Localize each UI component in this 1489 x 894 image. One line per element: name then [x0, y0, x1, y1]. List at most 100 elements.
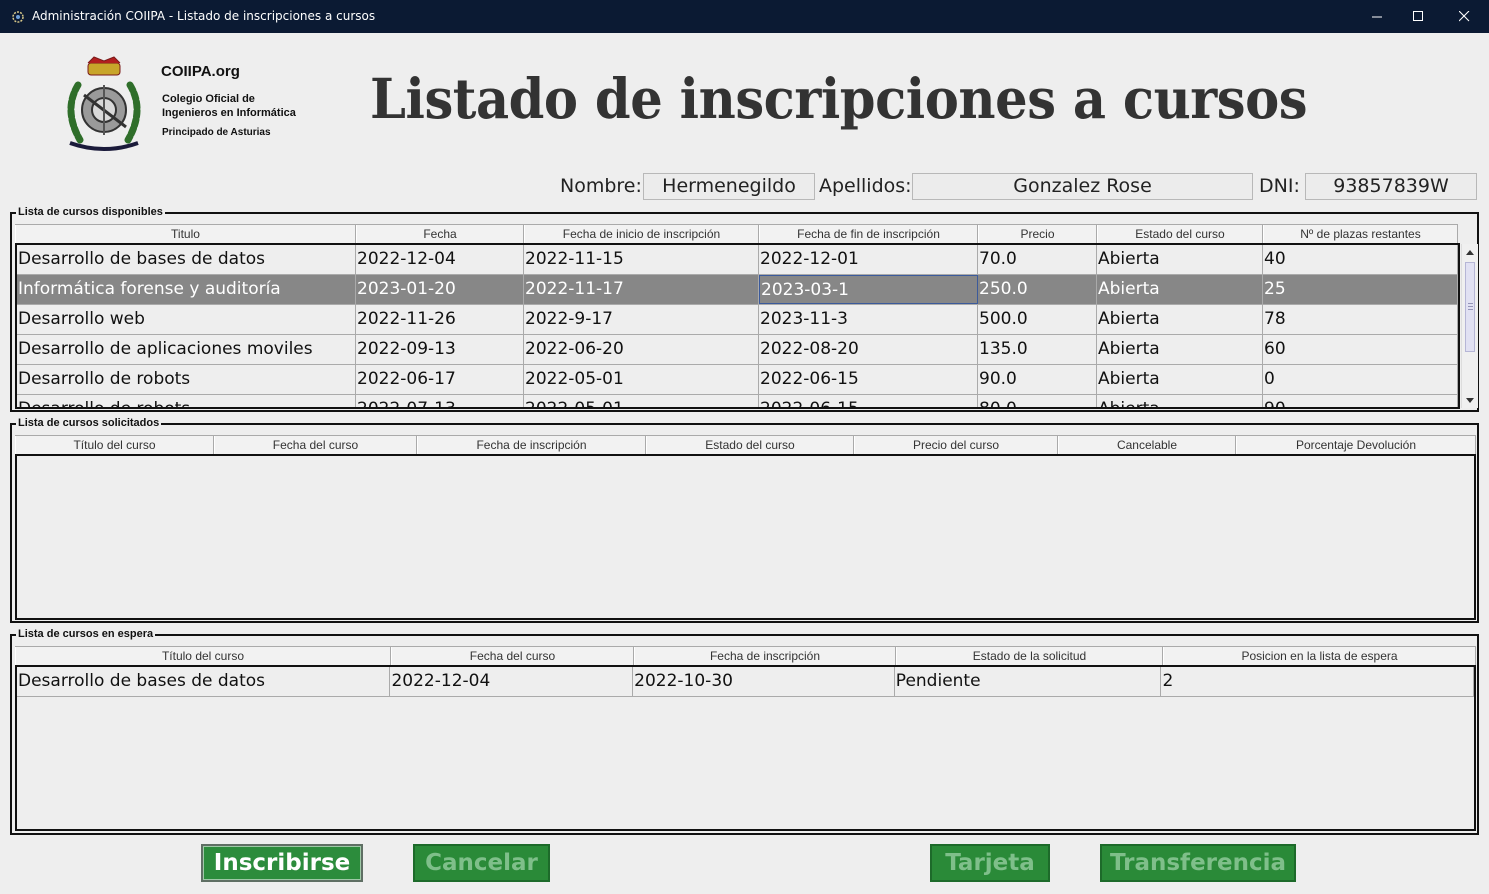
- app-window: Administración COIIPA - Listado de inscr…: [0, 0, 1489, 894]
- espera-column-header[interactable]: Título del curso: [15, 647, 391, 666]
- solicitados-table[interactable]: [15, 454, 1476, 620]
- table-cell[interactable]: 2022-05-01: [524, 395, 759, 407]
- dni-field[interactable]: 93857839W: [1305, 173, 1477, 200]
- espera-column-header[interactable]: Fecha del curso: [391, 647, 634, 666]
- table-cell[interactable]: 500.0: [978, 305, 1097, 334]
- table-cell[interactable]: Desarrollo de aplicaciones moviles: [17, 335, 356, 364]
- nombre-field[interactable]: Hermenegildo: [643, 173, 815, 200]
- table-cell[interactable]: Abierta: [1097, 335, 1263, 364]
- table-cell[interactable]: Informática forense y auditoría: [17, 275, 356, 304]
- solicitados-column-header[interactable]: Fecha de inscripción: [417, 436, 646, 455]
- table-row[interactable]: Desarrollo web 2022-11-26 2022-9-17 2023-11…: [17, 305, 1458, 335]
- table-cell[interactable]: Desarrollo de bases de datos: [17, 667, 391, 696]
- table-cell[interactable]: 60: [1263, 335, 1458, 364]
- table-cell[interactable]: 2022-12-01: [759, 245, 978, 274]
- table-cell[interactable]: Desarrollo de robots: [17, 395, 356, 407]
- table-cell[interactable]: 2022-06-20: [524, 335, 759, 364]
- table-cell[interactable]: 2022-09-13: [356, 335, 524, 364]
- disponibles-column-header[interactable]: Nº de plazas restantes: [1263, 225, 1458, 244]
- inscribirse-button[interactable]: Inscribirse: [201, 844, 363, 882]
- table-cell[interactable]: 40: [1263, 245, 1458, 274]
- table-cell[interactable]: Desarrollo web: [17, 305, 356, 334]
- disponibles-column-header[interactable]: Fecha de fin de inscripción: [759, 225, 978, 244]
- table-cell[interactable]: 2022-08-20: [759, 335, 978, 364]
- disponibles-column-header[interactable]: Estado del curso: [1097, 225, 1263, 244]
- close-button[interactable]: [1441, 0, 1487, 33]
- minimize-button[interactable]: [1354, 0, 1400, 33]
- solicitados-column-header[interactable]: Cancelable: [1058, 436, 1236, 455]
- table-cell[interactable]: Pendiente: [895, 667, 1162, 696]
- disponibles-table[interactable]: Desarrollo de bases de datos 2022-12-04 20…: [15, 243, 1460, 409]
- scroll-down-icon[interactable]: [1462, 392, 1478, 408]
- minimize-icon: [1371, 11, 1383, 22]
- transferencia-button[interactable]: Transferencia: [1100, 844, 1296, 882]
- table-cell[interactable]: Abierta: [1097, 245, 1263, 274]
- window-title: Administración COIIPA - Listado de inscr…: [32, 9, 376, 23]
- solicitados-column-header[interactable]: Fecha del curso: [214, 436, 417, 455]
- table-row[interactable]: Desarrollo de robots 2022-06-17 2022-05-01…: [17, 365, 1458, 395]
- table-cell[interactable]: 2022-06-15: [759, 365, 978, 394]
- table-cell[interactable]: 2022-12-04: [356, 245, 524, 274]
- disponibles-column-header[interactable]: Titulo: [15, 225, 356, 244]
- table-cell[interactable]: 2022-06-17: [356, 365, 524, 394]
- gear-icon: [11, 9, 25, 23]
- table-cell[interactable]: 2022-12-04: [390, 667, 634, 696]
- espera-column-header[interactable]: Posicion en la lista de espera: [1163, 647, 1476, 666]
- table-row[interactable]: Desarrollo de robots 2022-07-13 2022-05-01…: [17, 395, 1458, 407]
- table-cell[interactable]: Abierta: [1097, 305, 1263, 334]
- espera-table-header: Título del curso Fecha del curso Fecha de …: [15, 646, 1476, 666]
- table-cell[interactable]: 80.0: [978, 395, 1097, 407]
- table-row[interactable]: Desarrollo de aplicaciones moviles 2022-0…: [17, 335, 1458, 365]
- table-cell[interactable]: Abierta: [1097, 275, 1263, 304]
- close-icon: [1458, 11, 1470, 22]
- table-cell[interactable]: 2023-03-1: [759, 275, 978, 304]
- table-cell[interactable]: 70.0: [978, 245, 1097, 274]
- table-cell[interactable]: 0: [1263, 365, 1458, 394]
- table-cell[interactable]: 2022-10-30: [633, 667, 895, 696]
- espera-table[interactable]: Desarrollo de bases de datos 2022-12-04 20…: [15, 665, 1476, 831]
- table-cell[interactable]: 2: [1161, 667, 1474, 696]
- disponibles-column-header[interactable]: Precio: [978, 225, 1097, 244]
- table-cell[interactable]: 2022-05-01: [524, 365, 759, 394]
- maximize-button[interactable]: [1395, 0, 1441, 33]
- solicitados-column-header[interactable]: Porcentaje Devolución: [1236, 436, 1476, 455]
- scroll-up-icon[interactable]: [1462, 244, 1478, 260]
- table-cell[interactable]: 2022-11-15: [524, 245, 759, 274]
- table-cell[interactable]: 2022-9-17: [524, 305, 759, 334]
- espera-column-header[interactable]: Estado de la solicitud: [896, 647, 1163, 666]
- solicitados-column-header[interactable]: Título del curso: [15, 436, 214, 455]
- disponibles-title: Lista de cursos disponibles: [16, 206, 165, 219]
- solicitados-column-header[interactable]: Precio del curso: [854, 436, 1058, 455]
- table-cell[interactable]: Desarrollo de robots: [17, 365, 356, 394]
- table-cell[interactable]: 2022-11-26: [356, 305, 524, 334]
- table-cell[interactable]: 2022-11-17: [524, 275, 759, 304]
- disponibles-scrollbar[interactable]: [1461, 244, 1478, 408]
- disponibles-column-header[interactable]: Fecha: [356, 225, 524, 244]
- scroll-thumb[interactable]: [1465, 262, 1475, 352]
- table-cell[interactable]: 78: [1263, 305, 1458, 334]
- disponibles-column-header[interactable]: Fecha de inicio de inscripción: [524, 225, 759, 244]
- title-bar[interactable]: Administración COIIPA - Listado de inscr…: [0, 0, 1489, 33]
- table-cell[interactable]: Abierta: [1097, 395, 1263, 407]
- solicitados-table-header: Título del curso Fecha del curso Fecha de …: [15, 435, 1476, 455]
- table-cell[interactable]: 135.0: [978, 335, 1097, 364]
- espera-column-header[interactable]: Fecha de inscripción: [634, 647, 896, 666]
- table-cell[interactable]: Abierta: [1097, 365, 1263, 394]
- table-cell[interactable]: 2023-11-3: [759, 305, 978, 334]
- table-cell[interactable]: 25: [1263, 275, 1458, 304]
- tarjeta-button[interactable]: Tarjeta: [930, 844, 1050, 882]
- table-row[interactable]: Desarrollo de bases de datos 2022-12-04 20…: [17, 667, 1474, 697]
- main-content: COIIPA.org Colegio Oficial de Ingenieros…: [3, 33, 1486, 894]
- table-row[interactable]: Informática forense y auditoría 2023-01-2…: [17, 275, 1458, 305]
- cancelar-button[interactable]: Cancelar: [413, 844, 550, 882]
- table-row[interactable]: Desarrollo de bases de datos 2022-12-04 20…: [17, 245, 1458, 275]
- table-cell[interactable]: 90: [1263, 395, 1458, 407]
- table-cell[interactable]: 90.0: [978, 365, 1097, 394]
- table-cell[interactable]: 250.0: [978, 275, 1097, 304]
- solicitados-column-header[interactable]: Estado del curso: [646, 436, 854, 455]
- table-cell[interactable]: 2022-07-13: [356, 395, 524, 407]
- apellidos-field[interactable]: Gonzalez Rose: [912, 173, 1253, 200]
- table-cell[interactable]: Desarrollo de bases de datos: [17, 245, 356, 274]
- table-cell[interactable]: 2023-01-20: [356, 275, 524, 304]
- table-cell[interactable]: 2022-06-15: [759, 395, 978, 407]
